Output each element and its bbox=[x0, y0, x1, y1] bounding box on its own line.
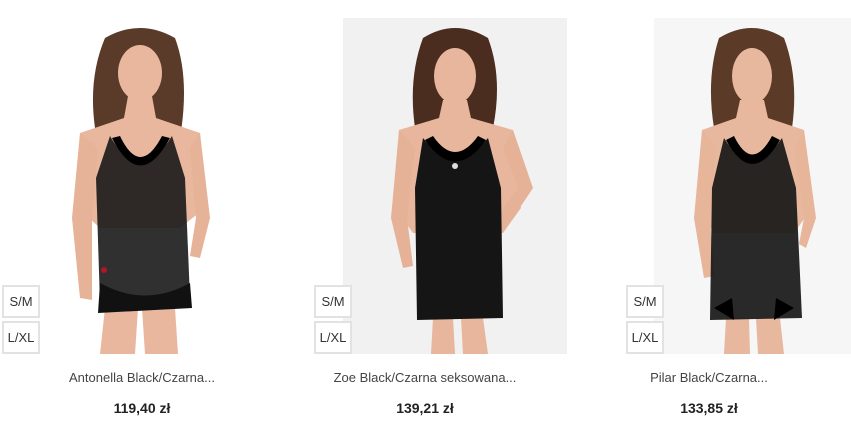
product-card[interactable]: S/M L/XL Pilar Black/Czarna... 133,85 zł bbox=[567, 0, 851, 428]
size-option-lxl[interactable]: L/XL bbox=[2, 321, 40, 354]
product-price: 139,21 zł bbox=[396, 400, 454, 416]
product-name[interactable]: Antonella Black/Czarna... bbox=[0, 370, 284, 385]
product-price: 133,85 zł bbox=[680, 400, 738, 416]
product-card[interactable]: S/M L/XL Zoe Black/Czarna seksowana... 1… bbox=[283, 0, 567, 428]
product-image[interactable] bbox=[654, 18, 851, 354]
product-name[interactable]: Zoe Black/Czarna seksowana... bbox=[255, 370, 595, 385]
size-option-sm[interactable]: S/M bbox=[2, 285, 40, 318]
product-name[interactable]: Pilar Black/Czarna... bbox=[567, 370, 851, 385]
size-option-sm[interactable]: S/M bbox=[314, 285, 352, 318]
size-option-sm[interactable]: S/M bbox=[626, 285, 664, 318]
product-image[interactable] bbox=[343, 18, 567, 354]
product-card[interactable]: S/M L/XL Antonella Black/Czarna... 119,4… bbox=[0, 0, 284, 428]
product-price: 119,40 zł bbox=[113, 400, 171, 416]
size-option-lxl[interactable]: L/XL bbox=[314, 321, 352, 354]
size-option-lxl[interactable]: L/XL bbox=[626, 321, 664, 354]
